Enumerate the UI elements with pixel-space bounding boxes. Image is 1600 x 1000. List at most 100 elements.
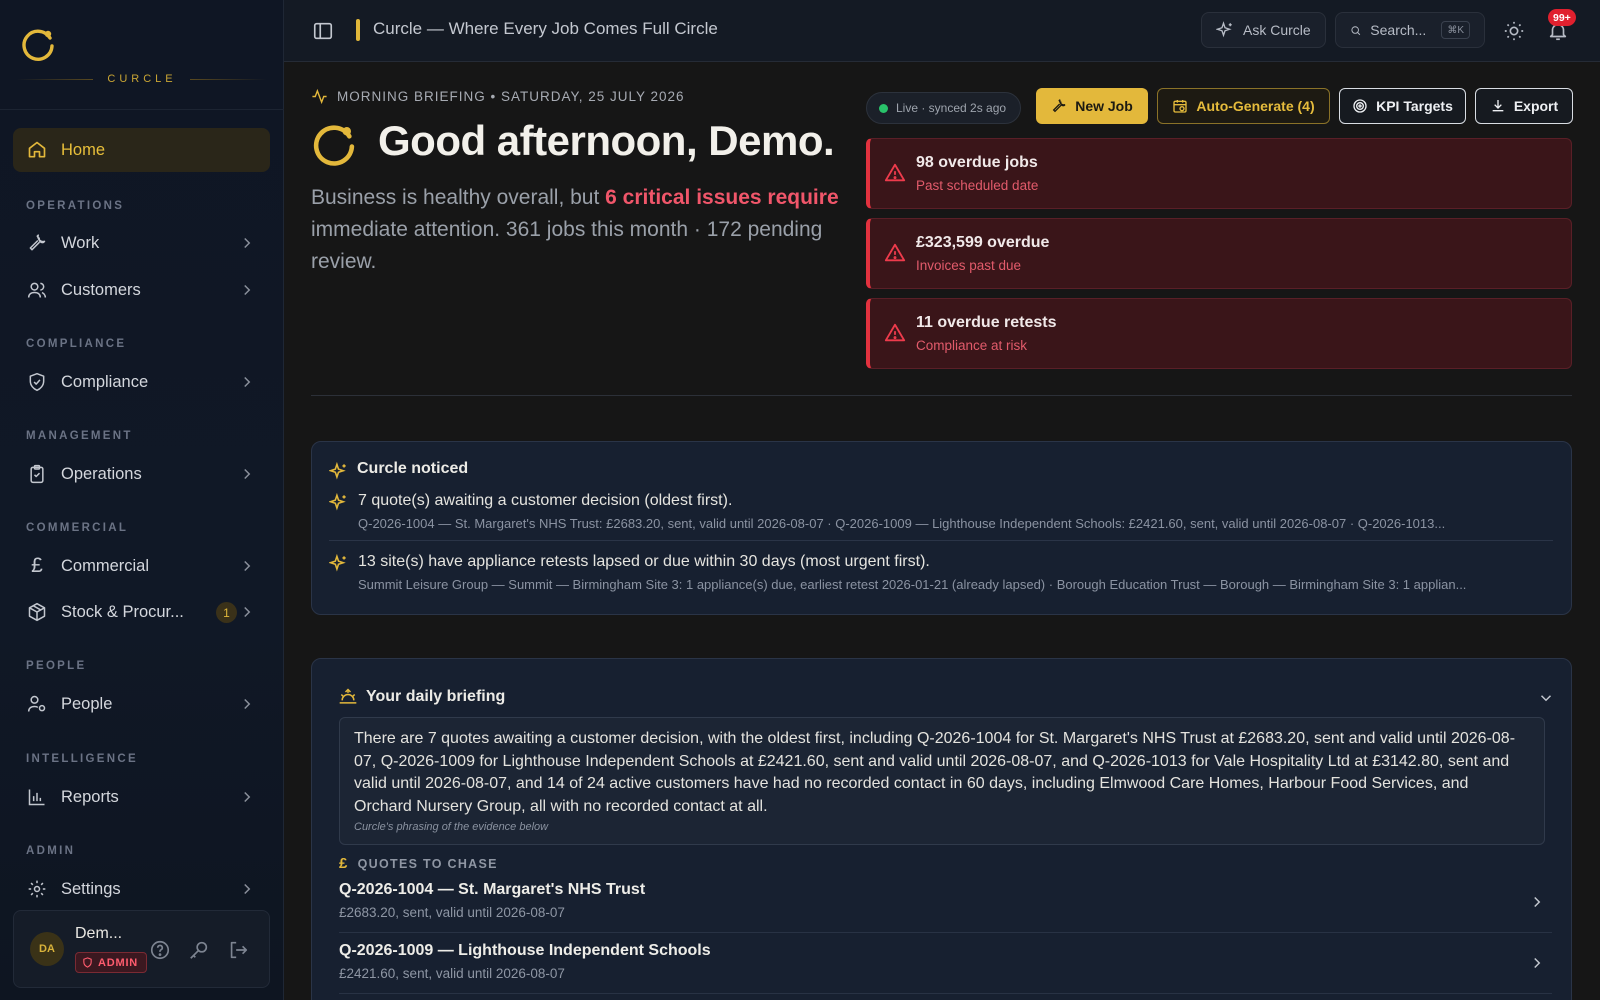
chevron-right-icon: [244, 237, 251, 249]
nav-stock-procurement[interactable]: Stock & Procur... 1: [13, 590, 270, 634]
key-icon[interactable]: [188, 939, 210, 961]
alert-title: 11 overdue retests: [916, 314, 1057, 331]
clipboard-check-icon: [26, 463, 48, 485]
briefing-date: MORNING BRIEFING • SATURDAY, 25 JULY 202…: [337, 89, 685, 104]
export-button[interactable]: Export: [1475, 88, 1573, 124]
auto-generate-button[interactable]: Auto-Generate (4): [1157, 88, 1330, 124]
sidebar: CURCLE Home OPERATIONS Work Customers CO…: [0, 0, 284, 1000]
avatar[interactable]: DA: [30, 932, 64, 966]
logout-icon[interactable]: [227, 939, 249, 961]
summary-intro: Business is healthy overall, but: [311, 186, 606, 209]
nav-work[interactable]: Work: [13, 221, 270, 265]
sparkles-icon: [1216, 21, 1232, 38]
nav-settings-label: Settings: [61, 879, 121, 898]
ask-curcle-button[interactable]: Ask Curcle: [1201, 12, 1326, 48]
section-divider: [311, 395, 1572, 396]
nav-compliance-label: Compliance: [61, 372, 149, 391]
nav-commercial[interactable]: £ Commercial: [13, 544, 270, 588]
nav-customers-label: Customers: [61, 280, 141, 299]
alert-subtitle: Past scheduled date: [916, 178, 1039, 193]
shield-check-icon: [26, 371, 48, 393]
role-badge: ADMIN: [75, 952, 148, 973]
section-people: PEOPLE: [26, 660, 87, 672]
nav-customers[interactable]: Customers: [13, 268, 270, 312]
noticed-title: Curcle noticed: [357, 460, 469, 477]
section-management: MANAGEMENT: [26, 430, 133, 442]
kpi-targets-button[interactable]: KPI Targets: [1339, 88, 1466, 124]
alert-overdue-retests[interactable]: 11 overdue retests Compliance at risk: [866, 298, 1572, 369]
main-content: MORNING BRIEFING • SATURDAY, 25 JULY 202…: [284, 62, 1600, 1000]
search-icon: [1351, 25, 1361, 35]
title-accent-bar: [356, 19, 360, 41]
briefing-label: MORNING BRIEFING • SATURDAY, 25 JULY 202…: [311, 88, 685, 105]
noticed-item-retests[interactable]: 13 site(s) have appliance retests lapsed…: [358, 553, 930, 571]
sidebar-toggle-icon[interactable]: [312, 20, 334, 42]
theme-sun-icon[interactable]: [1503, 20, 1525, 42]
search-placeholder: Search...: [1370, 22, 1427, 38]
nav-operations[interactable]: Operations: [13, 452, 270, 496]
alert-overdue-invoices[interactable]: £323,599 overdue Invoices past due: [866, 218, 1572, 289]
noticed-item-detail: Summit Leisure Group — Summit — Birmingh…: [358, 577, 1467, 592]
pound-icon: £: [339, 855, 349, 872]
ask-curcle-label: Ask Curcle: [1243, 22, 1311, 38]
chevron-right-icon: [244, 606, 251, 618]
section-operations: OPERATIONS: [26, 200, 125, 212]
export-label: Export: [1513, 98, 1559, 114]
new-job-button[interactable]: New Job: [1036, 88, 1148, 124]
wrench-icon: [1052, 99, 1066, 113]
quote-row[interactable]: Q-2026-1004 — St. Margaret's NHS Trust £…: [339, 873, 1552, 933]
sparkles-icon: [329, 462, 346, 480]
live-sync-status: Live · synced 2s ago: [866, 92, 1022, 124]
noticed-item-quotes[interactable]: 7 quote(s) awaiting a customer decision …: [358, 492, 732, 510]
nav-compliance[interactable]: Compliance: [13, 360, 270, 404]
quote-detail: £2421.60, sent, valid until 2026-08-07: [339, 966, 565, 981]
nav-settings[interactable]: Settings: [13, 867, 270, 911]
nav-commercial-label: Commercial: [61, 556, 150, 575]
nav-reports-label: Reports: [61, 787, 119, 806]
sparkles-icon: [329, 554, 346, 572]
section-admin: ADMIN: [26, 845, 76, 857]
briefing-caption: Curcle's phrasing of the evidence below: [354, 821, 549, 833]
nav-operations-label: Operations: [61, 464, 142, 483]
kpi-targets-label: KPI Targets: [1376, 98, 1453, 114]
window-title: Curcle — Where Every Job Comes Full Circ…: [373, 19, 718, 38]
quote-row[interactable]: Q-2026-1009 — Lighthouse Independent Sch…: [339, 934, 1552, 994]
pound-icon: £: [31, 554, 43, 577]
wrench-icon: [26, 232, 48, 254]
help-icon[interactable]: [149, 939, 171, 961]
stock-count-badge: 1: [216, 602, 237, 623]
warning-triangle-icon: [884, 323, 906, 342]
bar-chart-icon: [26, 786, 48, 808]
briefing-summary-box: There are 7 quotes awaiting a customer d…: [339, 717, 1545, 845]
user-cog-icon: [26, 693, 48, 715]
search-shortcut: ⌘K: [1441, 21, 1470, 39]
home-icon: [26, 139, 48, 161]
package-icon: [26, 601, 48, 623]
quote-title: Q-2026-1004 — St. Margaret's NHS Trust: [339, 881, 646, 898]
chevron-right-icon: [244, 376, 251, 388]
nav-people[interactable]: People: [13, 682, 270, 726]
role-label: ADMIN: [98, 956, 139, 969]
shield-icon: [83, 957, 92, 968]
chevron-right-icon: [244, 883, 251, 895]
logo-area: CURCLE: [0, 0, 284, 110]
alert-title: £323,599 overdue: [916, 234, 1050, 251]
quote-detail: £2683.20, sent, valid until 2026-08-07: [339, 905, 565, 920]
curcle-noticed-panel: Curcle noticed 7 quote(s) awaiting a cus…: [311, 441, 1572, 615]
search-input[interactable]: Search... ⌘K: [1335, 12, 1485, 48]
nav-stock-label: Stock & Procur...: [61, 602, 184, 621]
live-dot-icon: [879, 103, 888, 113]
health-summary: Business is healthy overall, but 6 criti…: [311, 182, 841, 278]
new-job-label: New Job: [1075, 98, 1133, 114]
section-intelligence: INTELLIGENCE: [26, 753, 138, 765]
notification-count-badge: 99+: [1548, 9, 1576, 26]
critical-issues-link[interactable]: 6 critical issues require: [605, 186, 838, 209]
chevron-down-icon[interactable]: [1537, 689, 1555, 707]
nav-reports[interactable]: Reports: [13, 775, 270, 819]
daily-briefing-panel: Your daily briefing There are 7 quotes a…: [311, 658, 1572, 1000]
alert-overdue-jobs[interactable]: 98 overdue jobs Past scheduled date: [866, 138, 1572, 209]
quote-title: Q-2026-1009 — Lighthouse Independent Sch…: [339, 942, 711, 959]
chevron-right-icon: [244, 284, 251, 296]
nav-home[interactable]: Home: [13, 128, 270, 172]
curcle-logo-icon[interactable]: [20, 26, 56, 62]
